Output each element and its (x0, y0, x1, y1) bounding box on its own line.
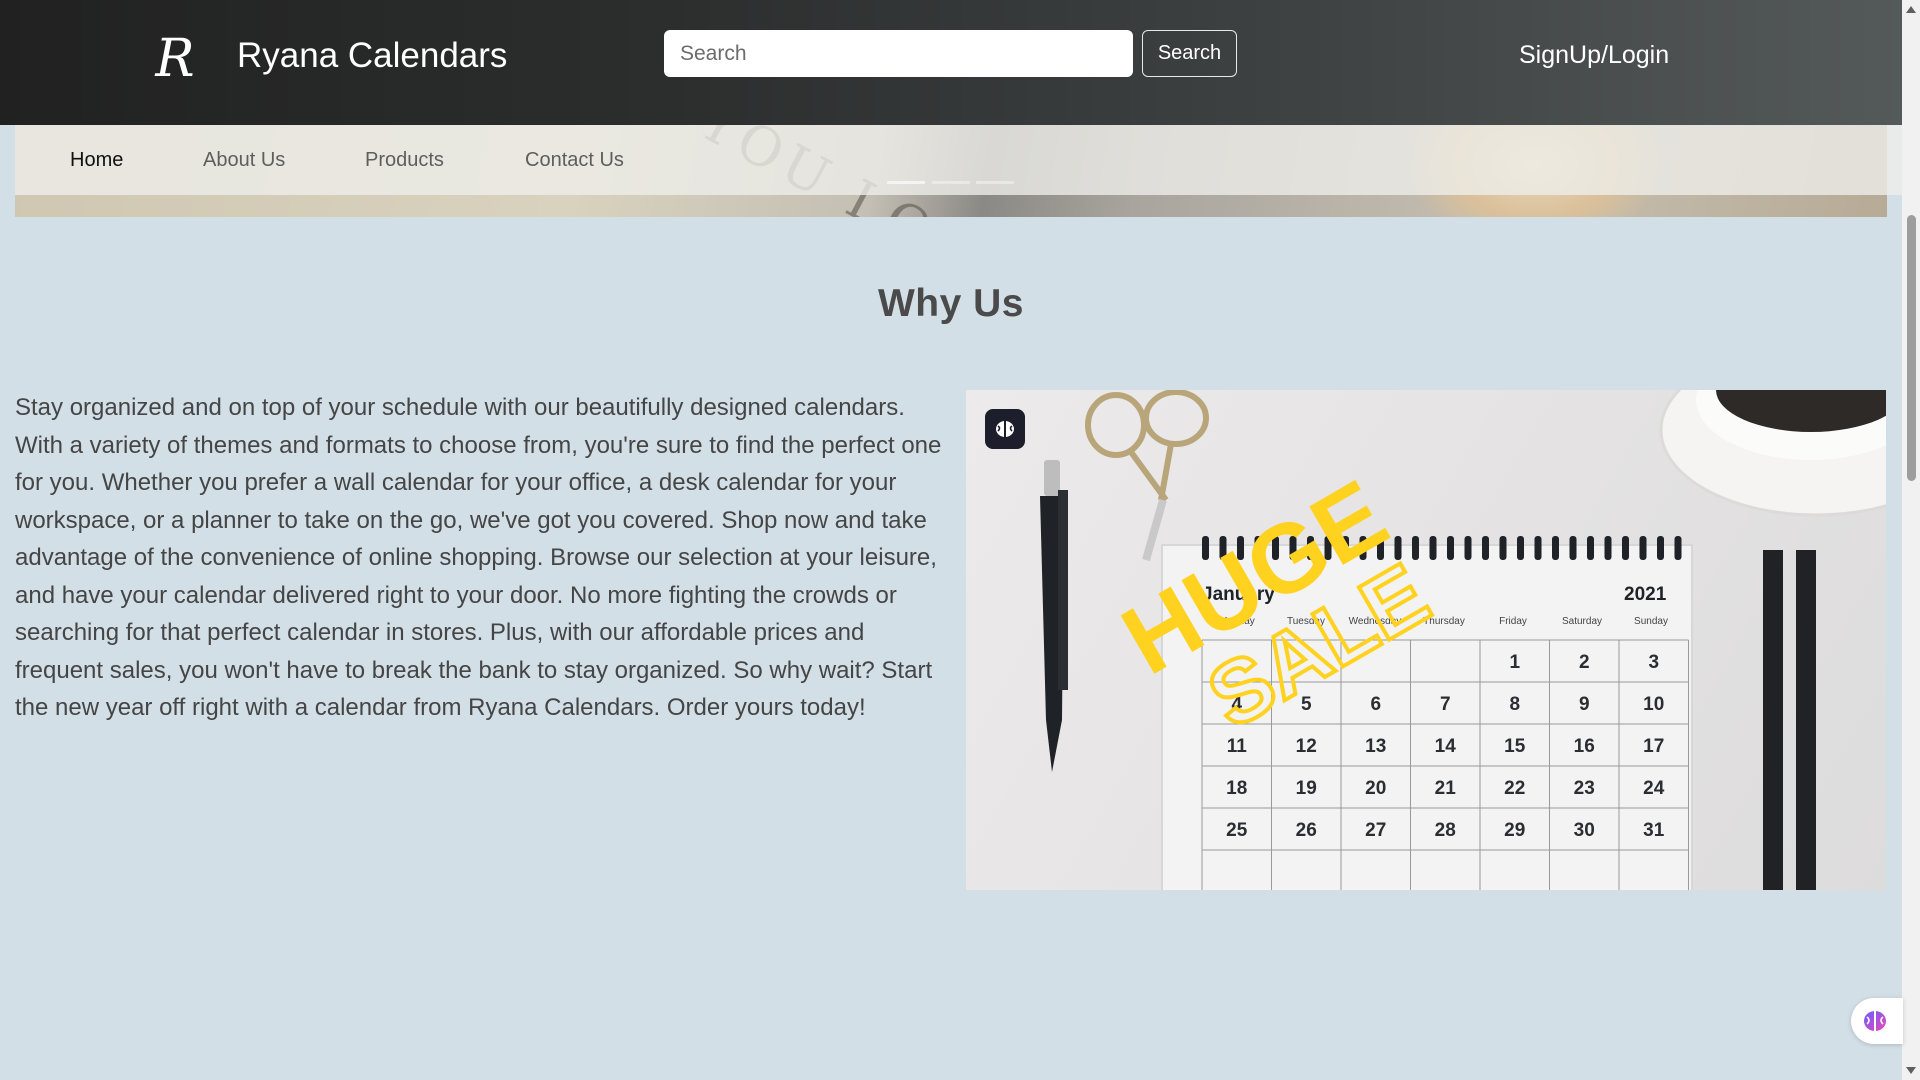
calendar-day: 8 (1509, 694, 1520, 715)
calendar-day: 10 (1643, 694, 1664, 715)
spiral-ring (1429, 536, 1437, 560)
assistant-launcher-button[interactable] (1851, 998, 1903, 1044)
brain-icon (1864, 1011, 1886, 1031)
spiral-ring (1447, 536, 1454, 560)
calendar-day: 9 (1579, 694, 1590, 715)
pencil (1763, 550, 1783, 890)
calendar-day: 18 (1226, 778, 1247, 799)
spiral-ring (1464, 536, 1472, 560)
calendar-day: 14 (1435, 736, 1457, 757)
pencil (1796, 550, 1816, 890)
nav-about-us[interactable]: About Us (203, 148, 285, 172)
carousel-indicator[interactable] (887, 181, 925, 184)
spiral-ring (1622, 536, 1629, 560)
calendar-day: 24 (1643, 778, 1665, 799)
scroll-down-arrow-icon[interactable] (1906, 1067, 1916, 1074)
calendar-day: 6 (1370, 694, 1381, 715)
carousel-indicator[interactable] (976, 181, 1014, 184)
spiral-ring (1674, 536, 1682, 560)
weekday-label: Friday (1499, 616, 1527, 627)
brand-name[interactable]: Ryana Calendars (237, 36, 507, 76)
nav-products[interactable]: Products (365, 148, 444, 172)
calendar-day: 17 (1643, 736, 1664, 757)
calendar-day: 1 (1509, 652, 1520, 673)
carousel-indicator[interactable] (932, 181, 970, 184)
calendar-day: 19 (1296, 778, 1317, 799)
spiral-ring (1604, 536, 1612, 560)
sale-promo-image: January 2021 Monday Tuesday Wednesday Thurs… (966, 390, 1886, 890)
search-input[interactable] (664, 30, 1133, 77)
calendar-day: 29 (1504, 820, 1525, 841)
calendar-day: 28 (1435, 820, 1456, 841)
calendar-day: 7 (1440, 694, 1451, 715)
section-title: Why Us (877, 282, 1024, 325)
promo-artwork: January 2021 Monday Tuesday Wednesday Thurs… (1040, 390, 1886, 890)
weekday-label: Sunday (1634, 616, 1668, 627)
calendar-day: 16 (1574, 736, 1595, 757)
calendar-year: 2021 (1624, 584, 1667, 605)
brain-icon[interactable] (985, 409, 1025, 449)
main-nav: Home About Us Products Contact Us (15, 125, 1902, 195)
weekday-label: Saturday (1562, 616, 1602, 627)
nav-home[interactable]: Home (70, 148, 123, 172)
signup-login-link[interactable]: SignUp/Login (1519, 40, 1669, 70)
spiral-ring (1657, 536, 1664, 560)
brand-logo[interactable]: R (146, 30, 194, 88)
calendar-day: 30 (1574, 820, 1595, 841)
why-us-paragraph: Stay organized and on top of your schedu… (15, 394, 942, 721)
calendar-day: 23 (1574, 778, 1595, 799)
spiral-ring (1587, 536, 1594, 560)
spiral-ring (1517, 536, 1524, 560)
calendar-day: 25 (1226, 820, 1248, 841)
spiral-ring (1499, 536, 1507, 560)
spiral-ring (1569, 536, 1577, 560)
calendar-day: 13 (1365, 736, 1386, 757)
calendar-day: 15 (1504, 736, 1526, 757)
calendar-day: 27 (1365, 820, 1386, 841)
page-scrollbar[interactable] (1902, 0, 1920, 1080)
spiral-ring (1552, 536, 1559, 560)
calendar-day: 20 (1365, 778, 1386, 799)
calendar-day: 12 (1296, 736, 1317, 757)
calendar-day: 21 (1435, 778, 1457, 799)
nav-contact-us[interactable]: Contact Us (525, 148, 624, 172)
calendar-day: 2 (1579, 652, 1590, 673)
calendar-day: 22 (1504, 778, 1525, 799)
calendar-day: 26 (1296, 820, 1317, 841)
calendar-day: 3 (1648, 652, 1659, 673)
search-button[interactable]: Search (1142, 30, 1237, 77)
scissors (1085, 390, 1209, 562)
spiral-ring (1534, 536, 1542, 560)
top-header: R Ryana Calendars Search SignUp/Login (0, 0, 1902, 125)
calendar-day: 31 (1643, 820, 1665, 841)
scroll-thumb[interactable] (1907, 215, 1916, 481)
spiral-ring (1412, 536, 1419, 560)
scroll-up-arrow-icon[interactable] (1906, 6, 1916, 13)
spiral-ring (1639, 536, 1647, 560)
spiral-ring (1482, 536, 1489, 560)
pen-left (1040, 460, 1068, 772)
